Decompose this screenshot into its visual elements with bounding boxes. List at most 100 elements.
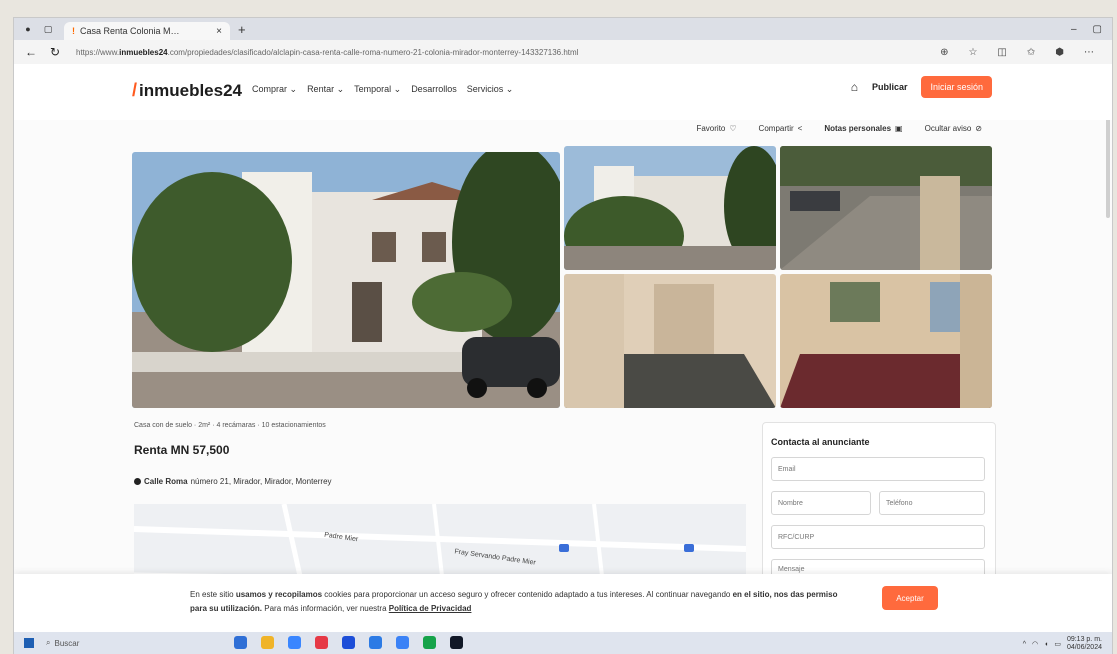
listing-features: Casa con de suelo · 2m² · 4 recámaras · … <box>134 422 326 429</box>
favorite-label: Favorito <box>696 124 726 133</box>
tray-chevron-icon[interactable]: ^ <box>1023 641 1026 648</box>
gallery-photo-5[interactable] <box>780 274 992 408</box>
battery-icon[interactable]: ▭ <box>1054 640 1061 648</box>
publicar-link[interactable]: Publicar <box>872 82 908 92</box>
minimize-icon[interactable]: – <box>1071 24 1077 35</box>
nav-rentar[interactable]: Rentar ⌄ <box>307 84 344 95</box>
name-field[interactable]: Nombre <box>771 491 871 515</box>
windows-start-icon[interactable] <box>24 638 34 648</box>
taskbar-search[interactable]: ⌕ Buscar <box>46 638 79 648</box>
header-actions: ⌂ Publicar Iniciar sesión <box>851 76 992 98</box>
id-field[interactable]: RFC/CURP <box>771 525 985 549</box>
url-prefix: https://www. <box>76 47 120 57</box>
new-tab-button[interactable]: + <box>238 22 246 37</box>
folder-icon[interactable] <box>261 636 274 649</box>
privacy-policy-link[interactable]: Política de Privacidad <box>389 604 472 613</box>
listing-address: Calle Roma número 21, Mirador, Mirador, … <box>134 477 734 486</box>
chrome-icon[interactable] <box>423 636 436 649</box>
notes-button[interactable]: Notas personales ▣ <box>824 124 902 133</box>
address-street: Calle Roma <box>144 477 188 486</box>
url-field[interactable]: https://www. inmuebles24 .com/propiedades/… <box>76 44 636 60</box>
site-logo[interactable]: / inmuebles24 <box>132 80 242 101</box>
listing-price: Renta MN 57,500 <box>134 443 230 457</box>
workspaces-icon[interactable]: ▢ <box>42 23 54 35</box>
app-icon[interactable] <box>288 636 301 649</box>
hide-listing-button[interactable]: Ocultar aviso ⊘ <box>925 124 982 133</box>
favicon-icon: ! <box>72 26 75 36</box>
main-nav: Comprar ⌄ Rentar ⌄ Temporal ⌄ Desarrollo… <box>252 84 513 95</box>
browser-tab-bar: ● ▢ ! Casa Renta Colonia Mirador N°… × +… <box>14 18 1112 40</box>
cookie-text: En este sitio usamos y recopilamos cooki… <box>190 588 840 616</box>
gallery-photo-3[interactable] <box>780 146 992 270</box>
address-bar: ← ↻ https://www. inmuebles24 .com/propieda… <box>14 40 1112 65</box>
favorite-button[interactable]: Favorito ♡ <box>696 124 736 133</box>
taskbar-apps <box>234 636 463 649</box>
zoom-icon[interactable]: ⊕ <box>940 47 948 58</box>
favorites-icon[interactable]: ✩ <box>1027 47 1035 58</box>
close-tab-icon[interactable]: × <box>216 26 222 37</box>
site-header: / inmuebles24 Comprar ⌄ Rentar ⌄ Tempora… <box>14 64 1112 120</box>
clock-date: 04/06/2024 <box>1066 644 1102 651</box>
hide-label: Ocultar aviso <box>924 124 972 133</box>
wifi-icon[interactable]: ◠ <box>1032 640 1038 648</box>
browser-toolbar-icons: ⊕ ☆ ◫ ✩ ⬢ ⋯ <box>940 47 1094 58</box>
app-icon[interactable] <box>450 636 463 649</box>
listing-actions: Favorito ♡ Compartir < Notas personales ▣ O… <box>696 124 982 133</box>
split-screen-icon[interactable]: ◫ <box>997 47 1006 58</box>
note-icon: ▣ <box>895 124 903 133</box>
reload-button[interactable]: ↻ <box>48 45 62 59</box>
edge-icon[interactable] <box>369 636 382 649</box>
app-icon[interactable] <box>315 636 328 649</box>
cookie-banner: En este sitio usamos y recopilamos cooki… <box>14 574 1112 632</box>
clock[interactable]: 09:13 p. m. 04/06/2024 <box>1067 636 1102 652</box>
phone-field[interactable]: Teléfono <box>879 491 985 515</box>
login-button[interactable]: Iniciar sesión <box>921 76 992 98</box>
windows-taskbar: ⌕ Buscar ^ ◠ ◖ ▭ 09:13 p. m. 04/06/2024 <box>14 632 1112 654</box>
gallery-photo-2[interactable] <box>564 146 776 270</box>
listing-summary: Casa con de suelo · 2m² · 4 recámaras · … <box>134 422 734 486</box>
share-button[interactable]: Compartir < <box>759 124 803 133</box>
share-icon: < <box>797 124 803 133</box>
eye-off-icon: ⊘ <box>975 124 982 133</box>
home-icon[interactable]: ⌂ <box>851 80 858 94</box>
favorite-star-icon[interactable]: ☆ <box>968 47 977 58</box>
cookie-text-bold: usamos y recopilamos <box>235 590 323 599</box>
photo-gallery <box>132 146 992 408</box>
share-label: Compartir <box>758 124 794 133</box>
settings-menu-icon[interactable]: ⋯ <box>1084 47 1094 58</box>
app-icon[interactable] <box>396 636 409 649</box>
taskbar-search-label: Buscar <box>54 638 80 648</box>
url-path: .com/propiedades/clasificado/alclapin-ca… <box>167 47 579 57</box>
volume-icon[interactable]: ◖ <box>1044 641 1048 648</box>
app-icon[interactable] <box>234 636 247 649</box>
cookie-text-part: En este sitio <box>190 590 236 599</box>
nav-temporal[interactable]: Temporal ⌄ <box>354 84 401 95</box>
app-icon[interactable] <box>342 636 355 649</box>
url-domain: inmuebles24 <box>119 47 168 57</box>
clock-time: 09:13 p. m. <box>1066 636 1102 643</box>
gallery-photo-4[interactable] <box>564 274 776 408</box>
extensions-icon[interactable]: ⬢ <box>1055 47 1064 58</box>
nav-servicios[interactable]: Servicios ⌄ <box>467 84 514 95</box>
logo-text: inmuebles24 <box>139 80 243 100</box>
browser-tab[interactable]: ! Casa Renta Colonia Mirador N°… × <box>64 22 230 40</box>
back-button[interactable]: ← <box>24 45 38 59</box>
notes-label: Notas personales <box>824 124 892 133</box>
contact-title: Contacta al anunciante <box>771 437 870 447</box>
cookie-text-part: Para más información, ver nuestra <box>262 604 389 613</box>
window-controls: – ▢ <box>1071 24 1102 35</box>
main-photo[interactable] <box>132 152 560 408</box>
cookie-text-part: cookies para proporcionar un acceso segu… <box>322 590 733 599</box>
nav-comprar[interactable]: Comprar ⌄ <box>252 84 297 95</box>
profile-icon[interactable]: ● <box>22 23 34 35</box>
address-rest: número 21, Mirador, Mirador, Monterrey <box>190 477 332 486</box>
heart-icon: ♡ <box>729 124 737 133</box>
search-icon: ⌕ <box>46 638 51 647</box>
logo-mark-icon: / <box>132 80 138 100</box>
nav-desarrollos[interactable]: Desarrollos <box>411 84 457 95</box>
tab-title: Casa Renta Colonia Mirador N°… <box>80 26 180 36</box>
accept-cookies-button[interactable]: Aceptar <box>882 586 938 610</box>
email-field[interactable]: Email <box>771 457 985 481</box>
maximize-icon[interactable]: ▢ <box>1093 24 1102 35</box>
monitor-screen: ● ▢ ! Casa Renta Colonia Mirador N°… × +… <box>14 18 1112 654</box>
